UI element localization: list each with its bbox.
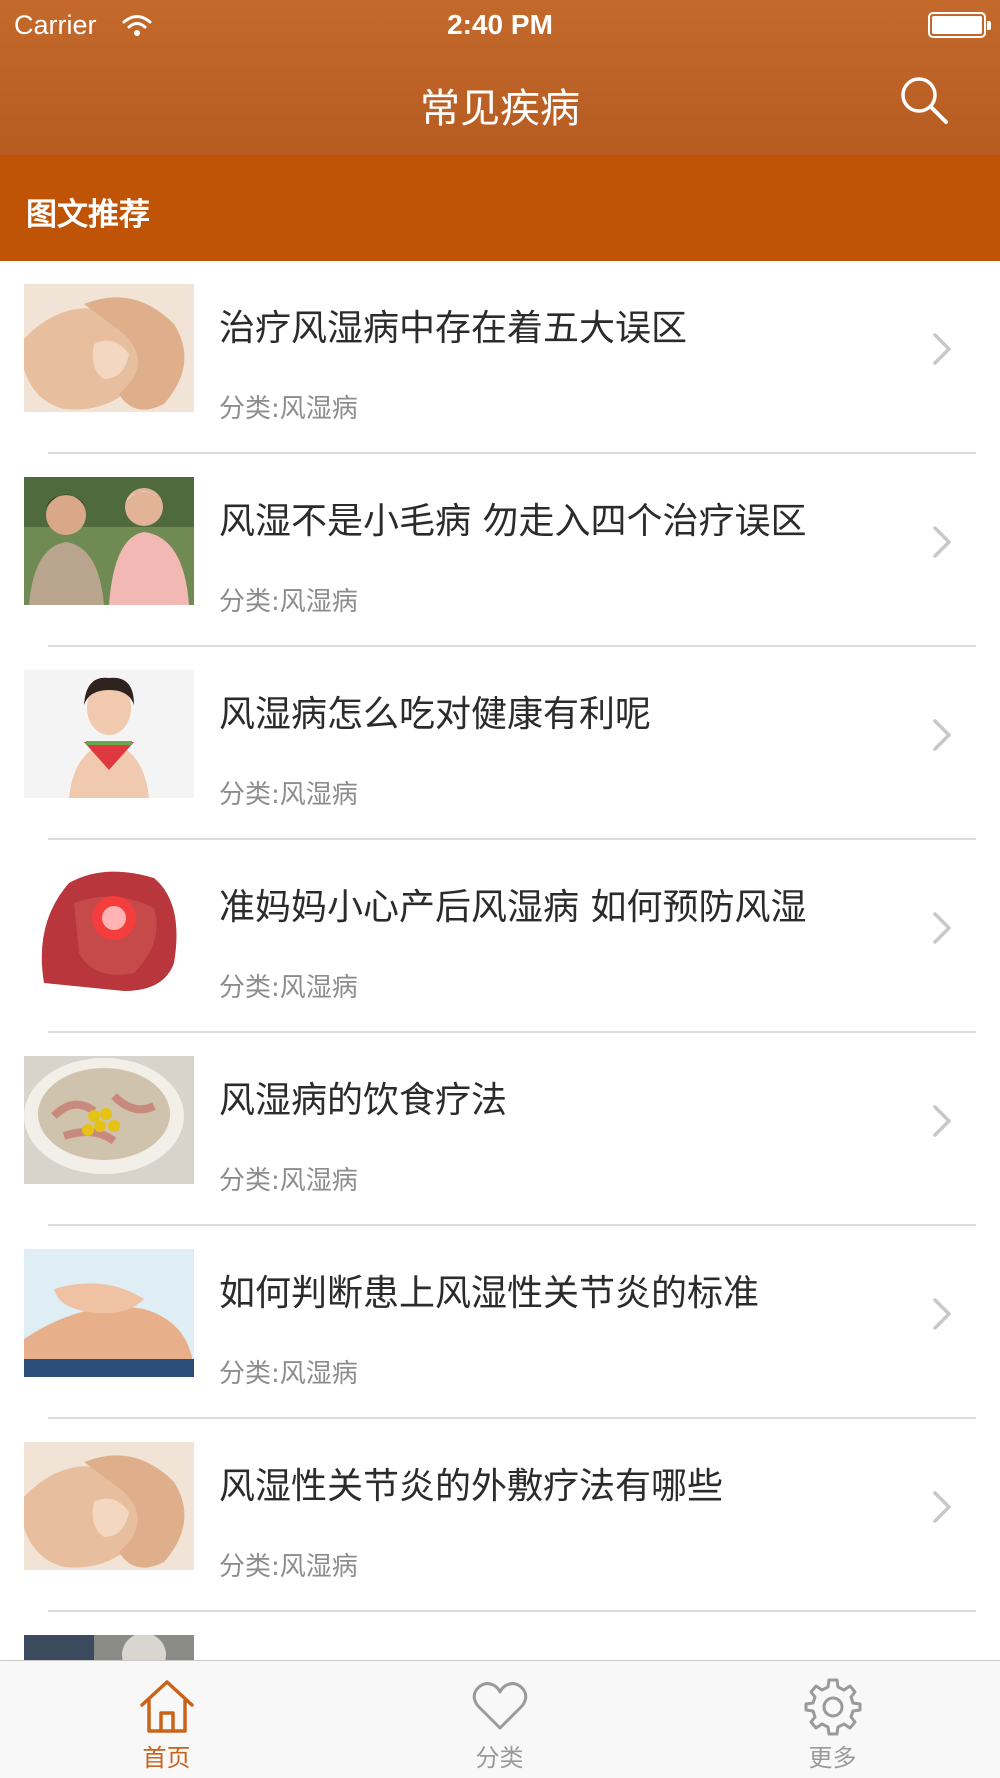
chevron-right-icon (933, 1298, 951, 1330)
chevron-right-icon (933, 719, 951, 751)
article-category: 分类:风湿病 (219, 1359, 358, 1389)
tab-label: 首页 (142, 1744, 191, 1772)
tab-label: 分类 (475, 1744, 524, 1772)
search-icon[interactable] (896, 72, 952, 128)
article-category: 分类:风湿病 (219, 587, 358, 617)
list-item[interactable]: 治疗风湿病中存在着五大误区 分类:风湿病 (0, 261, 1000, 454)
tab-more[interactable]: 更多 (666, 1661, 999, 1778)
tab-bar: 首页 分类 更多 (0, 1660, 1000, 1778)
article-title: 风湿病的饮食疗法 (219, 1080, 508, 1121)
article-thumbnail (24, 1056, 194, 1184)
article-thumbnail (24, 863, 194, 991)
battery-icon (928, 12, 991, 38)
article-thumbnail (24, 284, 194, 412)
article-category: 分类:风湿病 (219, 1552, 358, 1582)
chevron-right-icon (933, 912, 951, 944)
article-title: 风湿性关节炎的外敷疗法有哪些 (219, 1466, 724, 1507)
list-item[interactable]: 风湿性关节炎的外敷疗法有哪些 分类:风湿病 (0, 1419, 1000, 1612)
status-bar: Carrier 2:40 PM (0, 0, 1000, 52)
chevron-right-icon (933, 1491, 951, 1523)
list-item[interactable]: 准妈妈小心产后风湿病 如何预防风湿 分类:风湿病 (0, 840, 1000, 1033)
page-title: 常见疾病 (420, 86, 580, 132)
list-item[interactable]: 风湿不是小毛病 勿走入四个治疗误区 分类:风湿病 (0, 454, 1000, 647)
article-thumbnail (24, 1442, 194, 1570)
chevron-right-icon (933, 526, 951, 558)
article-title: 如何判断患上风湿性关节炎的标准 (219, 1273, 760, 1314)
list-item[interactable]: 风湿病的饮食疗法 分类:风湿病 (0, 1033, 1000, 1226)
home-icon (140, 1680, 194, 1733)
article-title: 准妈妈小心产后风湿病 如何预防风湿 (219, 887, 807, 928)
tab-category[interactable]: 分类 (333, 1661, 666, 1778)
heart-icon (472, 1682, 528, 1730)
section-header: 图文推荐 (0, 155, 1000, 261)
article-title: 风湿病怎么吃对健康有利呢 (219, 694, 652, 735)
tab-home[interactable]: 首页 (0, 1661, 333, 1778)
article-thumbnail (24, 670, 194, 798)
article-category: 分类:风湿病 (219, 973, 358, 1003)
chevron-right-icon (933, 1105, 951, 1137)
article-category: 分类:风湿病 (219, 780, 358, 810)
list-item[interactable]: 风湿病怎么吃对健康有利呢 分类:风湿病 (0, 647, 1000, 840)
tab-label: 更多 (808, 1744, 857, 1772)
article-title: 风湿不是小毛病 勿走入四个治疗误区 (219, 501, 807, 542)
chevron-right-icon (933, 333, 951, 365)
top-bar: Carrier 2:40 PM 常见疾病 (0, 0, 1000, 155)
list-item[interactable]: 如何判断患上风湿性关节炎的标准 分类:风湿病 (0, 1226, 1000, 1419)
status-time: 2:40 PM (447, 9, 553, 40)
list-item[interactable] (0, 1612, 1000, 1660)
article-title: 治疗风湿病中存在着五大误区 (219, 308, 688, 349)
article-thumbnail (24, 1249, 194, 1377)
section-title: 图文推荐 (26, 197, 150, 233)
gear-icon (804, 1678, 862, 1736)
article-thumbnail (24, 477, 194, 605)
article-list[interactable]: 治疗风湿病中存在着五大误区 分类:风湿病 风湿不是小毛病 勿走入四个治疗误区 分… (0, 261, 1000, 1660)
article-category: 分类:风湿病 (219, 394, 358, 424)
article-thumbnail (24, 1635, 194, 1660)
article-category: 分类:风湿病 (219, 1166, 358, 1196)
